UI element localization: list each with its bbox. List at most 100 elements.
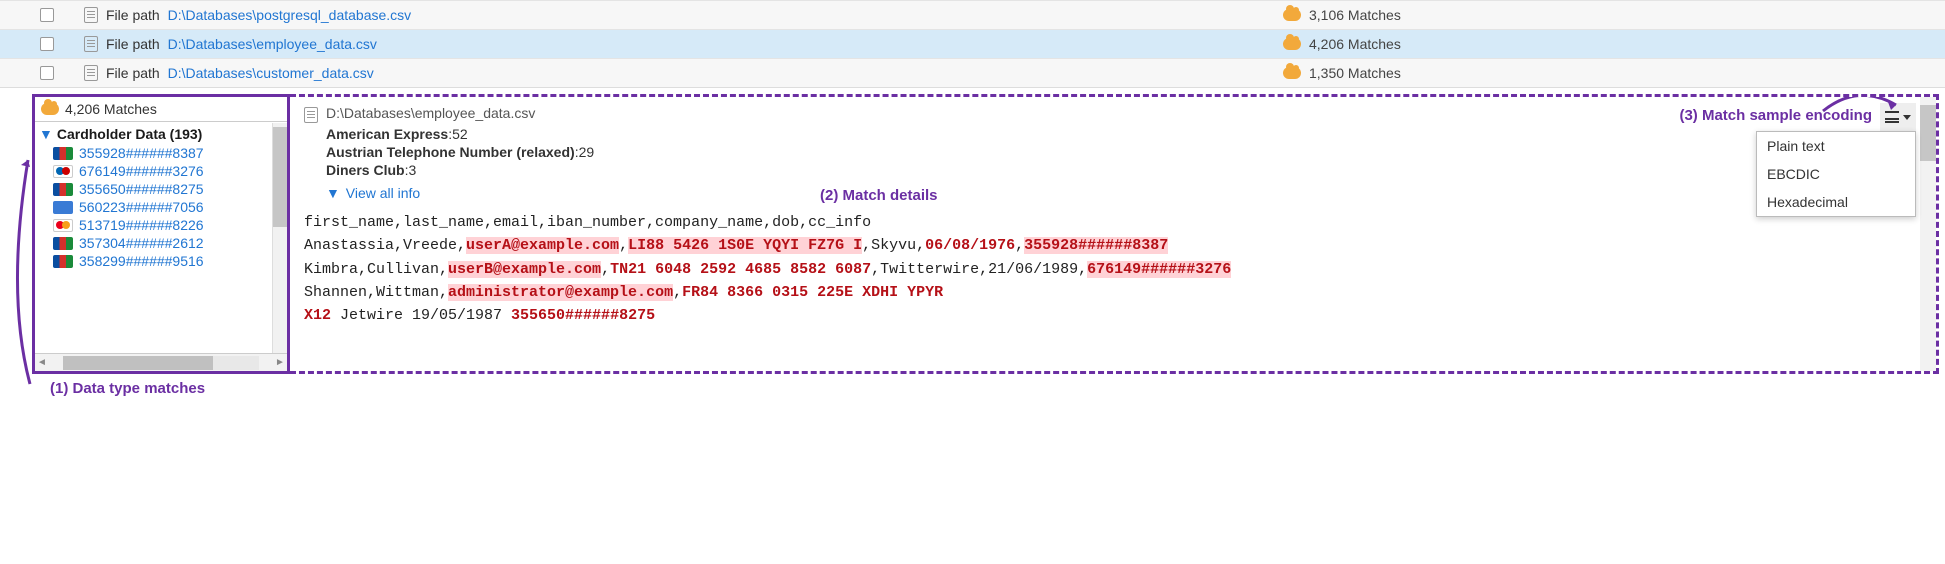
match-dob: 06/08/1976 [925, 237, 1015, 254]
annotation-1-label: (1) Data type matches [50, 380, 1945, 397]
t: ,Skyvu, [862, 237, 925, 254]
stat-name: Austrian Telephone Number (relaxed) [326, 144, 575, 160]
t: ,Twitterwire,21/06/1989, [871, 261, 1087, 278]
scroll-track[interactable] [63, 356, 259, 370]
card-brand-icon [53, 147, 73, 160]
t: Anastassia,Vreede, [304, 237, 466, 254]
file-icon [84, 7, 98, 23]
matches-icon [1283, 38, 1301, 50]
card-brand-icon [53, 165, 73, 178]
card-item[interactable]: 357304######2612 [39, 234, 285, 252]
card-item[interactable]: 676149######3276 [39, 162, 285, 180]
tree-group[interactable]: ▼ Cardholder Data (193) [39, 124, 285, 144]
detail-region: 4,206 Matches ▼ Cardholder Data (193) 35… [32, 94, 1939, 374]
file-list: File path D:\Databases\postgresql_databa… [0, 0, 1945, 88]
scroll-right-icon[interactable]: ► [273, 357, 287, 368]
card-brand-icon [53, 237, 73, 250]
annotation-1-arrow [4, 154, 38, 397]
match-email: userB@example.com [448, 261, 601, 278]
view-all-info-link[interactable]: ▼ View all info [326, 185, 1924, 201]
file-path[interactable]: D:\Databases\customer_data.csv [168, 65, 374, 81]
t: Kimbra,Cullivan, [304, 261, 448, 278]
stat-row: Austrian Telephone Number (relaxed):29 [326, 143, 1924, 161]
path-label: File path [106, 65, 160, 81]
encoding-option[interactable]: Plain text [1757, 132, 1915, 160]
annotation-2-label: (2) Match details [820, 187, 938, 204]
file-row[interactable]: File path D:\Databases\customer_data.csv… [0, 58, 1945, 87]
match-iban-cont: X12 [304, 307, 331, 324]
file-path[interactable]: D:\Databases\employee_data.csv [168, 36, 377, 52]
matches-icon [41, 103, 59, 115]
file-icon [84, 65, 98, 81]
card-number: 676149######3276 [79, 163, 204, 179]
card-number: 355650######8275 [79, 181, 204, 197]
left-header: 4,206 Matches [35, 97, 287, 122]
match-details-panel: D:\Databases\employee_data.csv American … [290, 94, 1939, 374]
total-matches: 4,206 Matches [65, 101, 157, 117]
match-iban: FR84 8366 0315 225E XDHI YPYR [682, 284, 943, 301]
encoding-option[interactable]: EBCDIC [1757, 160, 1915, 188]
encoding-option[interactable]: Hexadecimal [1757, 188, 1915, 216]
stat-count: 29 [579, 144, 595, 160]
file-row[interactable]: File path D:\Databases\employee_data.csv… [0, 29, 1945, 58]
matches-count: 1,350 Matches [1309, 65, 1929, 81]
vertical-scrollbar[interactable] [1920, 97, 1936, 371]
match-cc: 355928######8387 [1024, 237, 1168, 254]
card-number: 355928######8387 [79, 145, 204, 161]
file-path[interactable]: D:\Databases\postgresql_database.csv [168, 7, 412, 23]
detail-stats: American Express:52 Austrian Telephone N… [326, 125, 1924, 179]
file-icon [84, 36, 98, 52]
card-number: 560223######7056 [79, 199, 204, 215]
t: , [1015, 237, 1024, 254]
matches-count: 3,106 Matches [1309, 7, 1929, 23]
view-all-label: View all info [346, 185, 420, 201]
matches-icon [1283, 67, 1301, 79]
sample-preview: first_name,last_name,email,iban_number,c… [304, 211, 1924, 327]
file-icon [304, 107, 318, 123]
horizontal-scrollbar[interactable]: ◄ ► [35, 353, 287, 371]
match-cc: 355650######8275 [511, 307, 655, 324]
caret-down-icon: ▼ [39, 126, 53, 142]
card-item[interactable]: 355928######8387 [39, 144, 285, 162]
encoding-menu: Plain text EBCDIC Hexadecimal [1756, 131, 1916, 217]
t: Jetwire 19/05/1987 [331, 307, 511, 324]
match-tree[interactable]: ▼ Cardholder Data (193) 355928######8387… [35, 122, 287, 353]
data-type-matches-panel: 4,206 Matches ▼ Cardholder Data (193) 35… [32, 94, 290, 374]
card-number: 513719######8226 [79, 217, 204, 233]
t: , [601, 261, 610, 278]
row-checkbox[interactable] [40, 37, 54, 51]
card-number: 358299######9516 [79, 253, 204, 269]
card-item[interactable]: 513719######8226 [39, 216, 285, 234]
annotation-3-arrow [1818, 94, 1908, 122]
card-brand-icon [53, 183, 73, 196]
file-row[interactable]: File path D:\Databases\postgresql_databa… [0, 0, 1945, 29]
t: , [673, 284, 682, 301]
card-brand-icon [53, 255, 73, 268]
card-item[interactable]: 560223######7056 [39, 198, 285, 216]
caret-down-icon: ▼ [326, 185, 340, 201]
stat-name: Diners Club [326, 162, 405, 178]
match-email: administrator@example.com [448, 284, 673, 301]
card-item[interactable]: 355650######8275 [39, 180, 285, 198]
stat-row: American Express:52 [326, 125, 1924, 143]
detail-file-path: D:\Databases\employee_data.csv [326, 105, 535, 121]
card-number: 357304######2612 [79, 235, 204, 251]
card-brand-icon [53, 219, 73, 232]
stat-count: 52 [452, 126, 468, 142]
group-label: Cardholder Data (193) [57, 126, 202, 142]
scroll-thumb[interactable] [1920, 105, 1936, 161]
t: Shannen,Wittman, [304, 284, 448, 301]
stat-row: Diners Club:3 [326, 161, 1924, 179]
card-item[interactable]: 358299######9516 [39, 252, 285, 270]
path-label: File path [106, 36, 160, 52]
row-checkbox[interactable] [40, 66, 54, 80]
match-iban: TN21 6048 2592 4685 8582 6087 [610, 261, 871, 278]
t: , [619, 237, 628, 254]
match-cc: 676149######3276 [1087, 261, 1231, 278]
row-checkbox[interactable] [40, 8, 54, 22]
match-iban: LI88 5426 1S0E YQYI FZ7G I [628, 237, 862, 254]
matches-count: 4,206 Matches [1309, 36, 1929, 52]
matches-icon [1283, 9, 1301, 21]
scroll-thumb[interactable] [63, 356, 213, 370]
vertical-scroll-thumb[interactable] [273, 127, 287, 227]
